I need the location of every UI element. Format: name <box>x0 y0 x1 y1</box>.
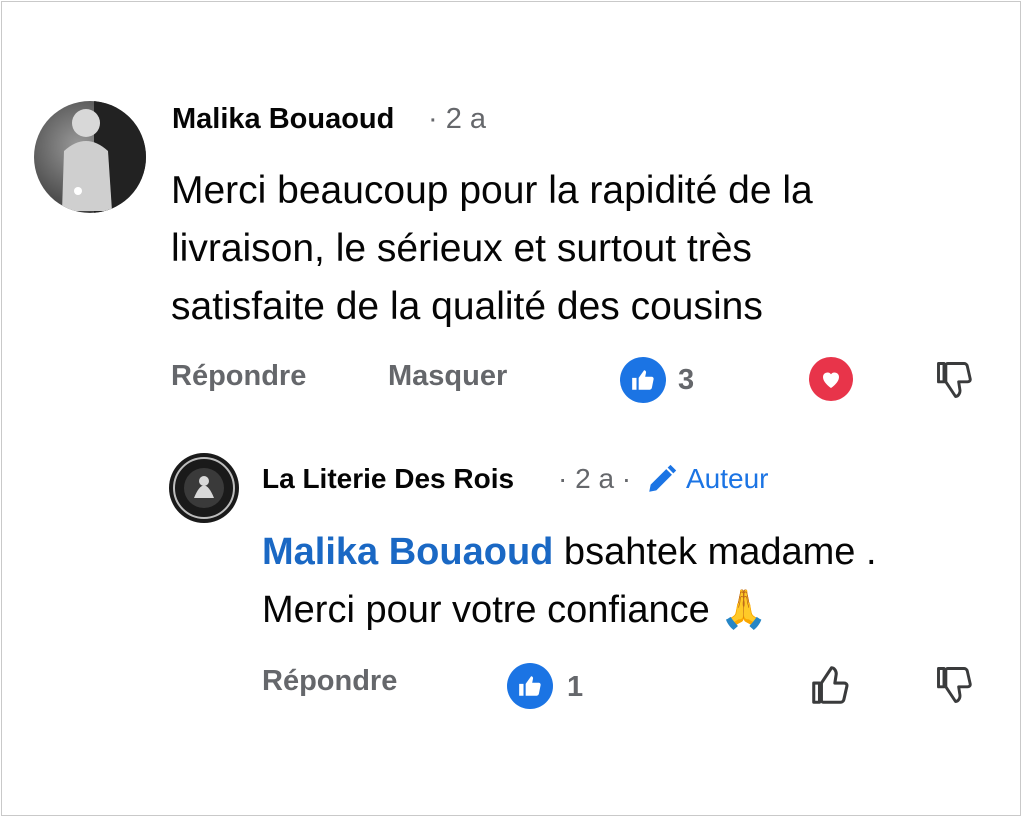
love-reaction-badge[interactable] <box>809 357 853 401</box>
comment-line-1: Merci beaucoup pour la rapidité de la <box>171 169 813 212</box>
reply-line-2: Merci pour votre confiance 🙏 <box>262 589 768 631</box>
person-photo-icon <box>62 101 146 213</box>
like-icon <box>632 370 654 390</box>
reply-line-1-text: bsahtek madame . <box>553 531 877 573</box>
comment-author-name[interactable]: Malika Bouaoud <box>172 103 394 136</box>
author-badge: Auteur <box>686 463 769 494</box>
reply-author-name[interactable]: La Literie Des Rois <box>262 463 514 495</box>
avatar-literie-des-rois[interactable] <box>169 453 239 523</box>
like-count: 3 <box>678 364 695 396</box>
reply-like-count: 1 <box>567 671 584 703</box>
comment-timestamp: · 2 a <box>428 103 487 135</box>
dislike-button[interactable] <box>933 358 977 402</box>
love-icon <box>823 372 839 388</box>
reply-timestamp: · 2 a · <box>558 463 632 494</box>
reply-like-button[interactable] <box>808 662 854 708</box>
hide-button[interactable]: Masquer <box>388 360 507 393</box>
dislike-icon <box>937 667 972 703</box>
like-reaction-badge[interactable] <box>620 357 666 403</box>
comment-body: Merci beaucoup pour la rapidité de la li… <box>171 162 813 336</box>
comment-line-2: livraison, le sérieux et surtout très <box>171 227 752 270</box>
reply-button[interactable]: Répondre <box>171 360 306 393</box>
pencil-icon <box>649 464 677 492</box>
brand-logo-icon <box>173 457 235 519</box>
reply-like-reaction-badge[interactable] <box>507 663 553 709</box>
reply-reply-button[interactable]: Répondre <box>262 665 397 698</box>
reply-line-1: Malika Bouaoud bsahtek madame . <box>262 523 877 581</box>
mention-link[interactable]: Malika Bouaoud <box>262 531 553 573</box>
thumbs-up-outline-icon <box>812 666 849 704</box>
reply-dislike-button[interactable] <box>933 663 977 707</box>
like-icon <box>519 676 541 696</box>
comment-line-3: satisfaite de la qualité des cousins <box>171 285 763 328</box>
dislike-icon <box>937 362 972 398</box>
reply-body: Malika Bouaoud bsahtek madame . Merci po… <box>262 523 877 639</box>
comment-thread-frame: Malika Bouaoud · 2 a Merci beaucoup pour… <box>1 1 1021 816</box>
avatar-malika[interactable] <box>34 101 146 213</box>
